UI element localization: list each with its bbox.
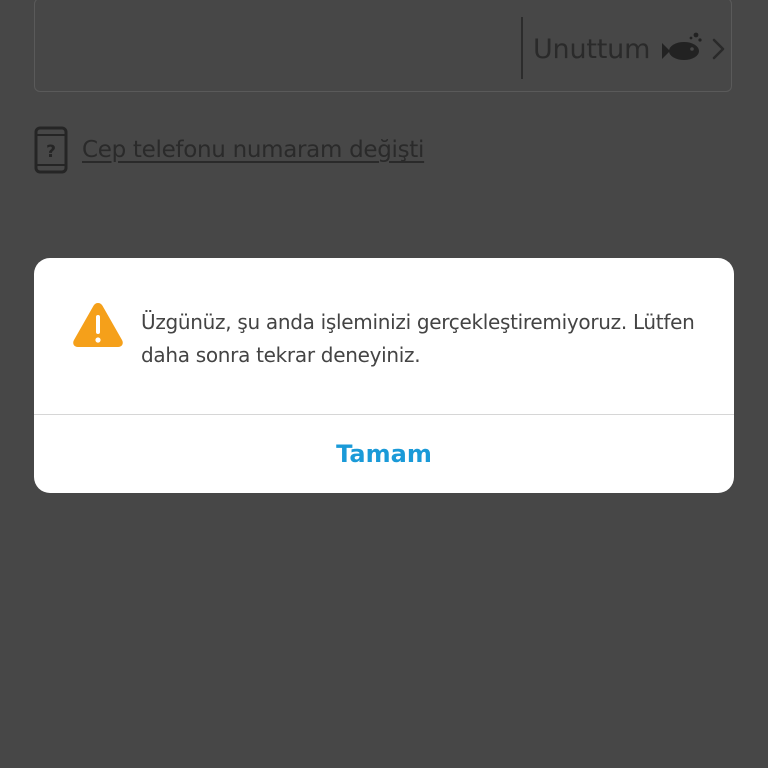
fish-icon (658, 29, 704, 69)
screen: Unuttum ? Cep telefonu numaram değişti Ü… (0, 0, 768, 768)
dialog-body: Üzgünüz, şu anda işleminizi gerçekleştir… (34, 258, 734, 414)
forgot-password-link[interactable]: Unuttum (533, 29, 726, 69)
chevron-right-icon (712, 37, 726, 61)
phone-question-icon: ? (34, 126, 68, 174)
phone-changed-link[interactable]: ? Cep telefonu numaram değişti (34, 126, 424, 174)
alert-dialog: Üzgünüz, şu anda işleminizi gerçekleştir… (34, 258, 734, 493)
svg-text:?: ? (46, 142, 56, 162)
dialog-message: Üzgünüz, şu anda işleminizi gerçekleştir… (141, 310, 695, 367)
forgot-password-label: Unuttum (533, 33, 651, 65)
ok-button[interactable]: Tamam (34, 415, 734, 493)
phone-changed-label: Cep telefonu numaram değişti (82, 137, 425, 163)
field-divider (521, 17, 523, 79)
warning-icon (71, 300, 125, 350)
password-field[interactable]: Unuttum (34, 0, 732, 92)
